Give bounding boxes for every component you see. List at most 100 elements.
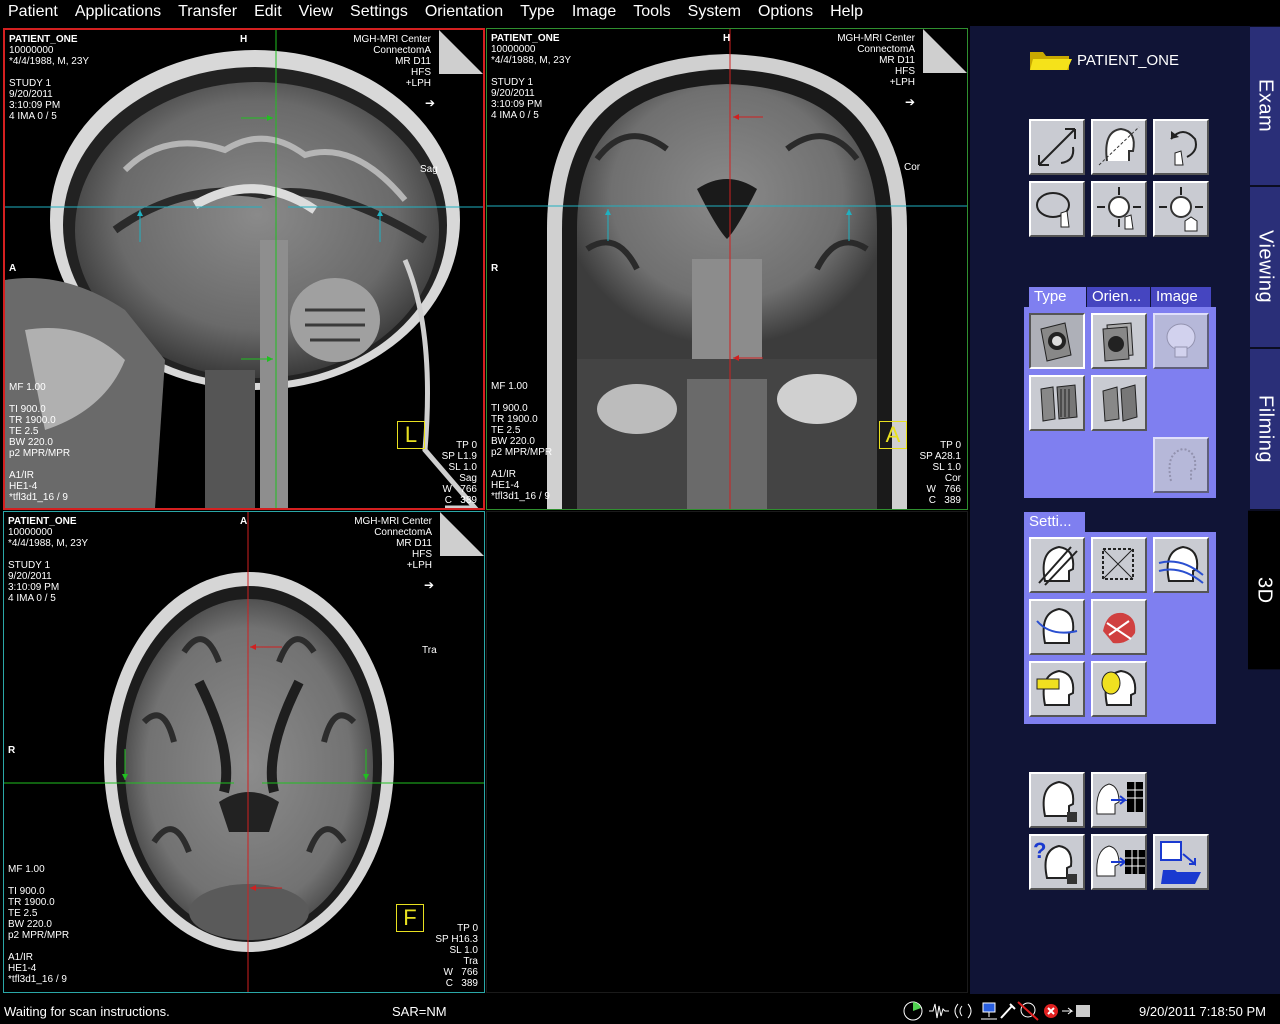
tools-icon	[1000, 1003, 1016, 1019]
tab-3d-label: 3D	[1253, 576, 1276, 604]
error-icon	[1044, 1004, 1058, 1018]
institution-info: MGH-MRI Center ConnectomA MR D11 HFS +LP…	[353, 34, 431, 89]
orientation-marker: F	[396, 904, 424, 932]
patient-name: PATIENT_ONE	[491, 33, 560, 44]
timer-icon	[903, 1001, 923, 1021]
crop-button[interactable]	[1091, 537, 1147, 593]
top-orientation-label: A	[240, 516, 248, 527]
slab-thickness-button[interactable]	[1029, 537, 1085, 593]
arrow-right-icon: ➔	[425, 96, 436, 110]
help-image-button[interactable]: ?	[1029, 834, 1085, 890]
menu-view[interactable]: View	[290, 0, 341, 24]
menu-type[interactable]: Type	[511, 0, 563, 24]
institution-info: MGH-MRI Center ConnectomA MR D11 HFS +LP…	[354, 516, 432, 571]
view-label: Sag	[420, 164, 438, 175]
menu-tools[interactable]: Tools	[624, 0, 678, 24]
volume-render-button[interactable]	[1091, 599, 1147, 655]
top-orientation-label: H	[723, 33, 731, 44]
arrow-right-icon: ➔	[905, 95, 916, 109]
roi-rect-button[interactable]	[1029, 661, 1085, 717]
page-corner-icon[interactable]	[440, 512, 484, 556]
skull-render-button[interactable]	[1153, 313, 1209, 369]
sequence-params: TI 900.0 TR 1900.0 TE 2.5 BW 220.0 p2 MP…	[491, 403, 553, 502]
export-folder-button[interactable]	[1153, 834, 1209, 890]
menu-settings[interactable]: Settings	[341, 0, 416, 24]
send-to-film-button[interactable]	[1091, 772, 1147, 828]
tab-orientation[interactable]: Orien...	[1087, 287, 1150, 307]
tab-filming-label: Filming	[1254, 395, 1277, 463]
surface-render-button[interactable]	[1153, 437, 1209, 493]
sequence-params: TI 900.0 TR 1900.0 TE 2.5 BW 220.0 p2 MP…	[9, 404, 71, 503]
transfer-icon	[1062, 1005, 1090, 1017]
mpr-stack-button[interactable]	[1091, 313, 1147, 369]
roi-ellipse-button[interactable]	[1091, 661, 1147, 717]
send-series-button[interactable]	[1091, 834, 1147, 890]
waveform-icon	[929, 1003, 949, 1019]
empty-viewport[interactable]	[486, 511, 968, 993]
coronal-viewport[interactable]: PATIENT_ONE 10000000 *4/4/1988, M, 23Y S…	[486, 28, 968, 510]
sequence-params: TI 900.0 TR 1900.0 TE 2.5 BW 220.0 p2 MP…	[8, 886, 70, 985]
menu-applications[interactable]: Applications	[66, 0, 169, 24]
zoom-pan-button[interactable]	[1029, 119, 1085, 175]
patient-info: 10000000 *4/4/1988, M, 23Y STUDY 1 9/20/…	[9, 45, 90, 122]
tab-viewing-label: Viewing	[1254, 230, 1277, 304]
menu-options[interactable]: Options	[749, 0, 821, 24]
view-label: Tra	[422, 645, 437, 656]
tab-image[interactable]: Image	[1151, 287, 1211, 307]
slice-head-button[interactable]	[1091, 119, 1147, 175]
menu-edit[interactable]: Edit	[245, 0, 290, 24]
magnification: MF 1.00	[491, 381, 528, 392]
arrow-right-icon: ➔	[424, 578, 435, 592]
view-label: Cor	[904, 162, 921, 173]
svg-text:?: ?	[1033, 838, 1046, 863]
rotate-button[interactable]	[1153, 119, 1209, 175]
menu-transfer[interactable]: Transfer	[169, 0, 245, 24]
tab-filming[interactable]: Filming	[1250, 348, 1280, 510]
patient-name: PATIENT_ONE	[8, 516, 77, 527]
page-corner-icon[interactable]	[923, 29, 967, 73]
patient-name: PATIENT_ONE	[9, 34, 78, 45]
save-image-button[interactable]	[1029, 772, 1085, 828]
signal-icon	[954, 1003, 972, 1019]
tab-exam-label: Exam	[1254, 79, 1277, 133]
menu-system[interactable]: System	[679, 0, 749, 24]
orientation-marker: L	[397, 421, 425, 449]
patient-folder-label[interactable]: PATIENT_ONE	[1077, 52, 1179, 69]
institution-info: MGH-MRI Center ConnectomA MR D11 HFS +LP…	[837, 33, 915, 88]
menu-patient[interactable]: Patient	[0, 0, 66, 24]
patient-info: 10000000 *4/4/1988, M, 23Y STUDY 1 9/20/…	[8, 527, 89, 604]
transverse-viewport[interactable]: PATIENT_ONE 10000000 *4/4/1988, M, 23Y S…	[3, 511, 485, 993]
status-message: Waiting for scan instructions.	[4, 1004, 170, 1019]
magnification: MF 1.00	[9, 382, 46, 393]
tab-3d[interactable]: 3D	[1248, 510, 1280, 670]
left-orientation-label: R	[8, 745, 16, 756]
rotate-3d-button[interactable]	[1029, 181, 1085, 237]
move-head-alt-button[interactable]	[1153, 181, 1209, 237]
left-orientation-label: R	[491, 263, 499, 274]
curved-mpr-button[interactable]	[1153, 537, 1209, 593]
top-orientation-label: H	[240, 34, 248, 45]
move-head-button[interactable]	[1091, 181, 1147, 237]
mpr-single-button[interactable]	[1029, 313, 1085, 369]
page-corner-icon[interactable]	[439, 30, 483, 74]
tab-type[interactable]: Type	[1029, 287, 1086, 307]
tab-viewing[interactable]: Viewing	[1250, 186, 1280, 348]
menu-bar: Patient Applications Transfer Edit View …	[0, 0, 1280, 24]
menu-image[interactable]: Image	[563, 0, 624, 24]
curve-path-button[interactable]	[1029, 599, 1085, 655]
mpr-radial-button[interactable]	[1091, 375, 1147, 431]
mpr-parallel-button[interactable]	[1029, 375, 1085, 431]
slice-params: TP 0 SP H16.3 SL 1.0 Tra W 766 C 389	[435, 923, 478, 989]
slice-params: TP 0 SP L1.9 SL 1.0 Sag W 766 C 389	[441, 440, 477, 506]
left-orientation-label: A	[9, 263, 17, 274]
folder-icon	[1030, 52, 1072, 70]
menu-help[interactable]: Help	[821, 0, 871, 24]
sagittal-viewport[interactable]: PATIENT_ONE 10000000 *4/4/1988, M, 23Y S…	[3, 28, 485, 510]
disabled-probe-icon	[1017, 1001, 1039, 1021]
magnification: MF 1.00	[8, 864, 45, 875]
orientation-marker: A	[879, 421, 907, 449]
tab-settings[interactable]: Setti...	[1024, 512, 1085, 532]
patient-info: 10000000 *4/4/1988, M, 23Y STUDY 1 9/20/…	[491, 44, 572, 121]
tab-exam[interactable]: Exam	[1250, 26, 1280, 186]
menu-orientation[interactable]: Orientation	[416, 0, 511, 24]
